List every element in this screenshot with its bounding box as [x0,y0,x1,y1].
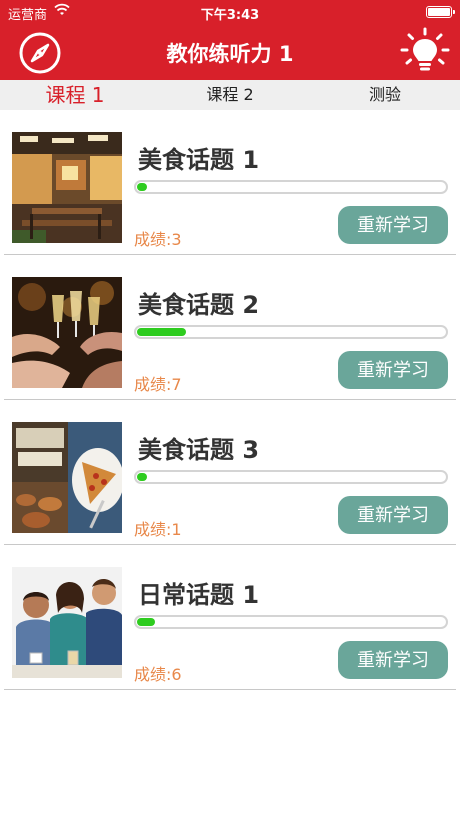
lesson-title: 日常话题 1 [138,581,260,609]
navigation-bar: 教你练听力 1 [0,24,460,80]
status-bar: 运营商 下午3:43 [0,0,460,24]
restart-button[interactable]: 重新学习 [338,496,448,534]
lesson-title: 美食话题 3 [138,436,260,464]
restart-button[interactable]: 重新学习 [338,206,448,244]
progress-fill [137,473,147,481]
lesson-progress-bar [134,325,448,339]
lightbulb-icon[interactable] [400,27,450,77]
lesson-score: 成绩:6 [134,665,182,684]
tab-course-1[interactable]: 课程 1 [20,80,130,110]
lesson-item[interactable]: 日常话题 1 成绩:6 重新学习 [0,545,460,690]
progress-fill [137,328,186,336]
lesson-score: 成绩:3 [134,230,182,249]
progress-fill [137,618,155,626]
restart-button[interactable]: 重新学习 [338,351,448,389]
divider [4,689,456,690]
restaurant-photo[interactable] [12,132,122,243]
tab-course-2[interactable]: 课程 2 [175,80,285,110]
lesson-list: 美食话题 1 成绩:3 重新学习 美食话题 2 成绩:7 重新学习 美食话题 3… [0,110,460,690]
lesson-progress-bar [134,470,448,484]
page-title: 教你练听力 1 [166,42,294,66]
friends-photo[interactable] [12,567,122,678]
lesson-title: 美食话题 2 [138,291,260,319]
lesson-progress-bar [134,615,448,629]
battery-icon [426,6,455,18]
toast-photo[interactable] [12,277,122,388]
lesson-item[interactable]: 美食话题 3 成绩:1 重新学习 [0,400,460,545]
lesson-title: 美食话题 1 [138,146,260,174]
tab-quiz[interactable]: 测验 [330,80,440,110]
lesson-score: 成绩:7 [134,375,182,394]
pizza-photo[interactable] [12,422,122,533]
progress-fill [137,183,147,191]
lesson-score: 成绩:1 [134,520,182,539]
tab-bar: 课程 1 课程 2 测验 [0,80,460,110]
status-time: 下午3:43 [200,8,260,23]
lesson-item[interactable]: 美食话题 1 成绩:3 重新学习 [0,110,460,255]
restart-button[interactable]: 重新学习 [338,641,448,679]
lesson-item[interactable]: 美食话题 2 成绩:7 重新学习 [0,255,460,400]
lesson-progress-bar [134,180,448,194]
